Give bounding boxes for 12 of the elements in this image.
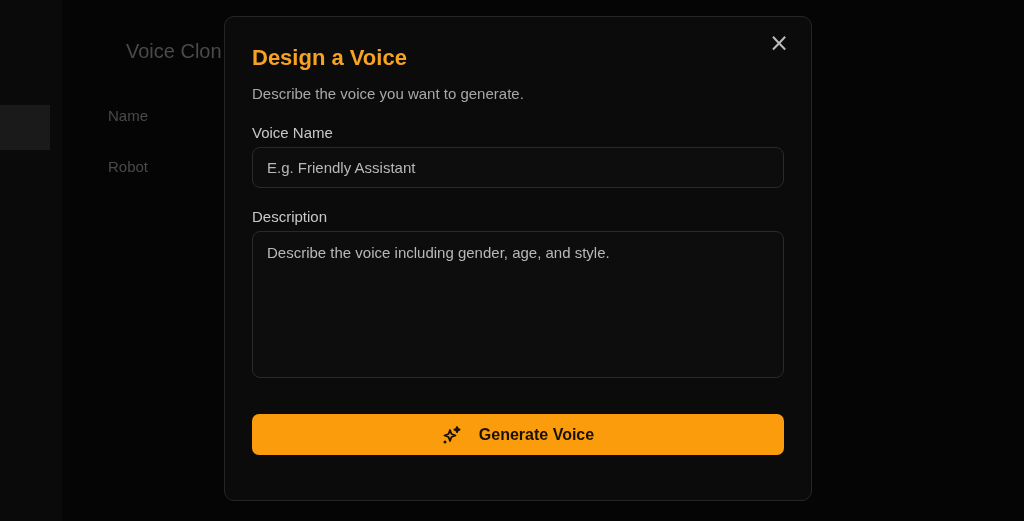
dialog-subtitle: Describe the voice you want to generate. [252, 85, 525, 102]
input-field[interactable]: E.g. Friendly Assistant [252, 147, 784, 188]
page-title: Voice Clon [126, 40, 222, 63]
close-button[interactable]: × [764, 31, 793, 55]
field-label: Voice Name [252, 124, 334, 141]
column-header: Name [108, 107, 148, 124]
table-cell: Robot [108, 158, 149, 175]
sparkle-icon [441, 424, 462, 445]
field-label: Description [252, 208, 329, 225]
dialog-title: Design a Voice [252, 45, 408, 72]
generate-button[interactable]: Generate Voice [252, 414, 784, 455]
text-area[interactable]: Describe the voice including gender, age, and style. [252, 231, 784, 378]
